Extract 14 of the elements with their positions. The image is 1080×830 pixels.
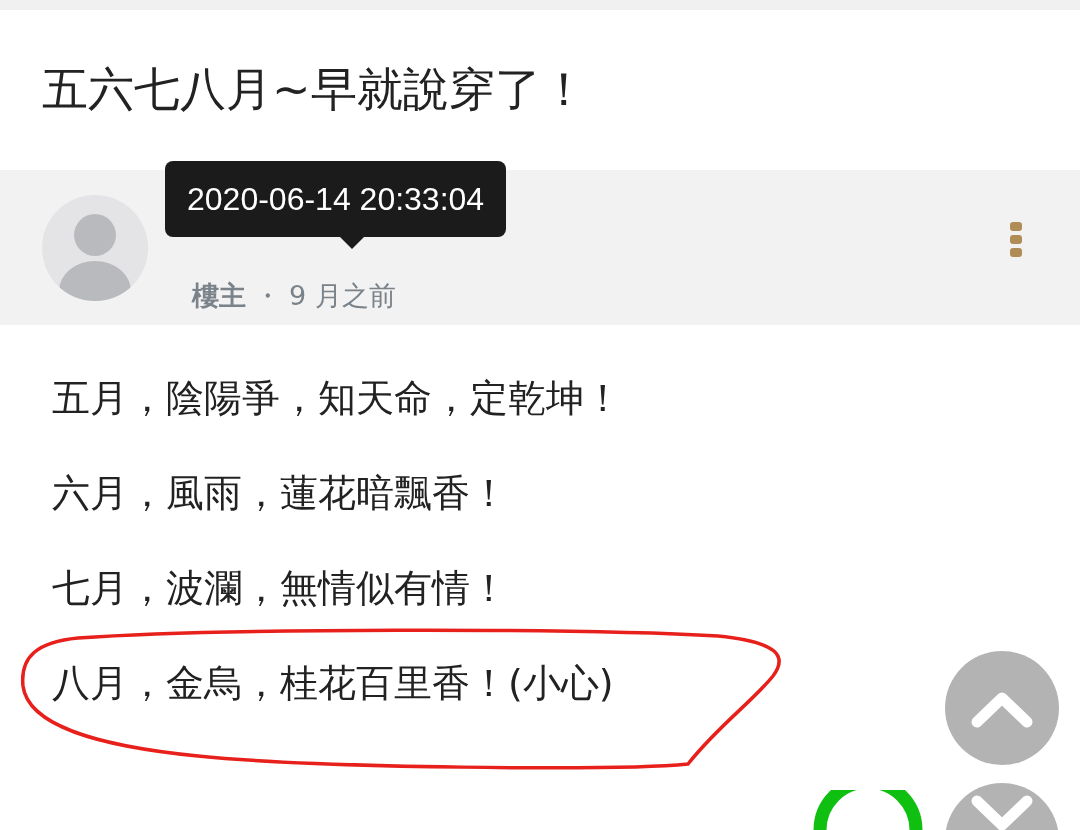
post-line: 八月，金烏，桂花百里香！(小心): [52, 660, 615, 707]
author-role: 樓主: [192, 278, 246, 313]
chevron-down-icon: [971, 795, 1033, 830]
post-line: 五月，陰陽爭，知天命，定乾坤！: [52, 375, 623, 422]
post-line: 六月，風雨，蓮花暗飄香！: [52, 470, 509, 517]
avatar-icon: [42, 194, 148, 301]
separator: ・: [254, 278, 281, 313]
post-line: 七月，波瀾，無情似有情！: [52, 565, 509, 612]
ring-icon[interactable]: [812, 790, 924, 830]
timestamp-tooltip: 2020-06-14 20:33:04: [165, 161, 507, 237]
post-time[interactable]: 9 月之前: [289, 277, 396, 314]
post-title: 五六七八月~早就說穿了！: [41, 61, 588, 118]
more-icon[interactable]: [1010, 222, 1022, 258]
tooltip-pointer: [340, 237, 364, 249]
